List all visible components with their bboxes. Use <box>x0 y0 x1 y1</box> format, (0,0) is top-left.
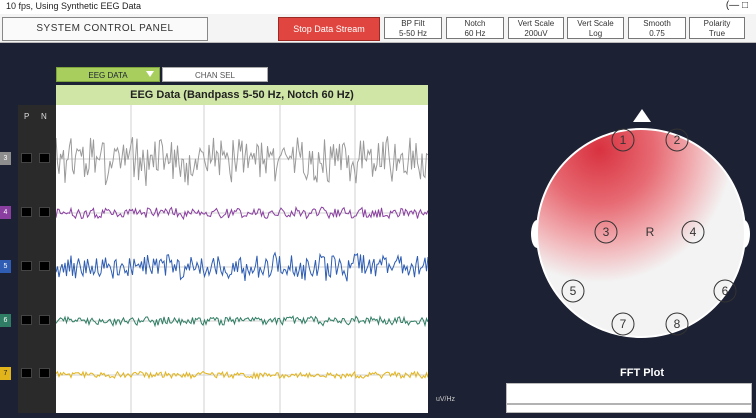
head-map-circle[interactable] <box>536 128 746 338</box>
p-toggle[interactable] <box>21 315 32 325</box>
smooth-button[interactable]: Smooth 0.75 <box>628 17 686 39</box>
fft-plot-title: FFT Plot <box>620 367 664 379</box>
top-control-bar: SYSTEM CONTROL PANEL Stop Data Stream BP… <box>0 14 756 43</box>
filter-value: 0.75 <box>649 29 665 38</box>
filter-label: Polarity <box>703 19 731 28</box>
channel-tag-5[interactable]: 5 <box>0 260 11 273</box>
filter-label: Smooth <box>643 19 671 28</box>
eeg-plot-area[interactable] <box>55 105 429 413</box>
polarity-button[interactable]: Polarity True <box>689 17 745 39</box>
electrode-label-2: 2 <box>674 133 681 147</box>
vert-scale-log-button[interactable]: Vert Scale Log <box>567 17 624 39</box>
tab-eeg-data[interactable]: EEG DATA <box>56 67 160 82</box>
n-column-label: N <box>41 112 47 121</box>
window-controls[interactable]: (— □ <box>726 0 748 12</box>
filter-label: BP Filt <box>401 19 425 28</box>
p-toggle[interactable] <box>21 207 32 217</box>
window-titlebar: 10 fps, Using Synthetic EEG Data (— □ <box>0 0 756 14</box>
notch-filter-button[interactable]: Notch 60 Hz <box>446 17 504 39</box>
electrode-label-6: 6 <box>722 284 729 298</box>
filter-label: Vert Scale <box>517 19 555 28</box>
head-plot-svg: 1 2 3 4 5 6 7 8 R <box>531 109 750 338</box>
n-toggle[interactable] <box>39 153 50 163</box>
eeg-trace-3 <box>55 136 429 187</box>
filter-value: 5-50 Hz <box>398 29 427 38</box>
channel-tag-4[interactable]: 4 <box>0 206 11 219</box>
fft-svg <box>507 403 751 405</box>
head-plot-panel: 1 2 3 4 5 6 7 8 R <box>430 44 756 413</box>
n-toggle[interactable] <box>39 368 50 378</box>
p-toggle[interactable] <box>21 153 32 163</box>
electrode-label-7: 7 <box>620 317 627 331</box>
p-toggle[interactable] <box>21 368 32 378</box>
electrode-label-1: 1 <box>620 133 627 147</box>
eeg-traces-svg <box>55 105 429 413</box>
tab-chan-sel[interactable]: CHAN SEL <box>162 67 268 82</box>
nose-icon <box>633 109 651 122</box>
eeg-plot-title: EEG Data (Bandpass 5-50 Hz, Notch 60 Hz) <box>56 85 428 105</box>
filter-value: 200uV <box>524 29 548 38</box>
electrode-label-3: 3 <box>603 225 610 239</box>
system-control-panel-button[interactable]: SYSTEM CONTROL PANEL <box>2 17 208 41</box>
electrode-label-5: 5 <box>570 284 577 298</box>
n-toggle[interactable] <box>39 315 50 325</box>
filter-label: Vert Scale <box>577 19 614 28</box>
p-toggle[interactable] <box>21 261 32 271</box>
electrode-label-4: 4 <box>690 225 697 239</box>
filter-value: Log <box>588 29 603 38</box>
electrode-label-8: 8 <box>674 317 681 331</box>
channel-polarity-strip <box>18 105 56 413</box>
channel-tag-7[interactable]: 7 <box>0 367 11 380</box>
fft-plot-area[interactable] <box>506 383 752 413</box>
vert-scale-button[interactable]: Vert Scale 200uV <box>508 17 564 39</box>
n-toggle[interactable] <box>39 261 50 271</box>
filter-label: Notch <box>464 19 486 28</box>
chevron-down-icon[interactable] <box>146 71 154 77</box>
tab-eeg-label: EEG DATA <box>88 71 128 80</box>
channel-tag-3[interactable]: 3 <box>0 152 11 165</box>
filter-value: 60 Hz <box>464 29 486 38</box>
stop-data-stream-button[interactable]: Stop Data Stream <box>278 17 380 41</box>
p-column-label: P <box>24 112 30 121</box>
reference-label: R <box>646 225 655 239</box>
tab-chan-label: CHAN SEL <box>194 71 235 80</box>
window-title: 10 fps, Using Synthetic EEG Data <box>6 1 142 11</box>
bandpass-filter-button[interactable]: BP Filt 5-50 Hz <box>384 17 442 39</box>
fft-axis-label: uV/Hz <box>436 396 456 403</box>
channel-tag-6[interactable]: 6 <box>0 314 11 327</box>
n-toggle[interactable] <box>39 207 50 217</box>
filter-value: True <box>708 29 726 38</box>
